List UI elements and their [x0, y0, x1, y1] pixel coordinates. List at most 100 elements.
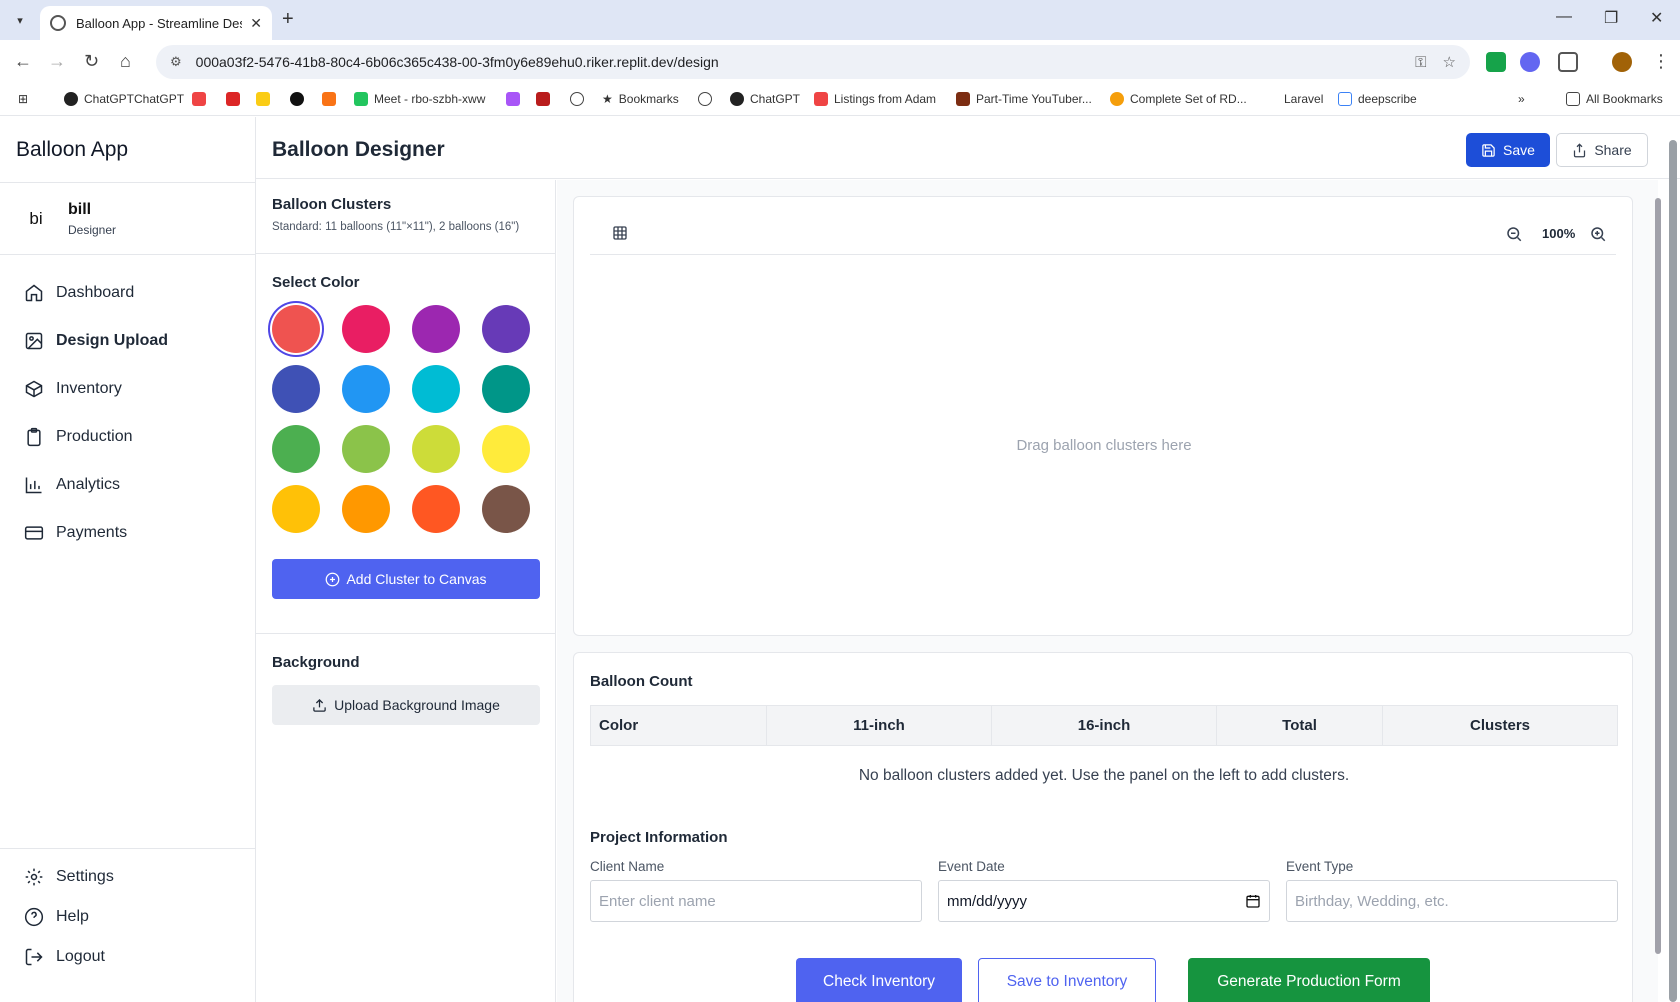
color-swatch[interactable]	[272, 305, 320, 353]
add-cluster-button[interactable]: Add Cluster to Canvas	[272, 559, 540, 599]
color-swatch[interactable]	[412, 305, 460, 353]
calendar-icon[interactable]	[1245, 893, 1261, 909]
sidebar-item-logout[interactable]: Logout	[0, 937, 256, 977]
globe-icon[interactable]	[570, 92, 590, 106]
save-button[interactable]: Save	[1466, 133, 1550, 167]
site-info-icon[interactable]: ⚙	[170, 54, 182, 70]
color-swatch[interactable]	[412, 365, 460, 413]
sidebar-item-inventory[interactable]: Inventory	[0, 365, 255, 413]
profile-avatar[interactable]	[1612, 52, 1632, 72]
color-swatch[interactable]	[482, 485, 530, 533]
color-swatch[interactable]	[482, 365, 530, 413]
save-to-inventory-button[interactable]: Save to Inventory	[978, 958, 1156, 1002]
home-icon[interactable]: ⌂	[120, 51, 131, 72]
box-icon	[25, 380, 43, 398]
canvas-toolbar: 100%	[590, 213, 1616, 255]
gmail-icon[interactable]	[226, 92, 246, 106]
share-icon	[1574, 142, 1586, 157]
image-icon	[25, 332, 43, 350]
sidebar-item-dashboard[interactable]: Dashboard	[0, 269, 255, 317]
bookmark-item[interactable]: ★ Bookmarks	[602, 92, 679, 106]
extension-icon[interactable]	[1486, 52, 1506, 72]
color-swatch[interactable]	[342, 425, 390, 473]
bookmark-icon[interactable]	[256, 92, 276, 106]
event-type-field: Event Type Birthday, Wedding, etc.	[1286, 859, 1618, 922]
zoom-in-icon[interactable]	[1589, 225, 1607, 243]
bookmark-icon[interactable]	[322, 92, 342, 106]
event-date-input[interactable]: mm/dd/yyyy	[938, 880, 1270, 922]
tab-search-icon[interactable]: ▾	[8, 8, 32, 32]
bookmark-item[interactable]: Part-Time YouTuber...	[956, 92, 1092, 106]
event-type-input[interactable]: Birthday, Wedding, etc.	[1286, 880, 1618, 922]
bookmark-icon[interactable]	[536, 92, 556, 106]
bar-chart-icon	[25, 477, 42, 494]
browser-tab-bar: ▾ Balloon App - Streamline Desig ✕ + — ❐…	[0, 0, 1680, 40]
chevron-double-right-icon[interactable]: »	[1518, 92, 1525, 106]
new-tab-icon[interactable]: +	[282, 8, 294, 31]
sidebar-item-payments[interactable]: Payments	[0, 509, 255, 557]
airbnb-icon[interactable]	[192, 92, 212, 106]
check-inventory-button[interactable]: Check Inventory	[796, 958, 962, 1002]
generate-production-form-button[interactable]: Generate Production Form	[1188, 958, 1430, 1002]
share-button[interactable]: Share	[1556, 133, 1648, 167]
bookmark-item[interactable]: ChatGPT	[730, 92, 800, 106]
color-swatch[interactable]	[342, 305, 390, 353]
back-icon[interactable]: ←	[14, 51, 32, 72]
color-swatch[interactable]	[272, 365, 320, 413]
sidebar-item-settings[interactable]: Settings	[0, 857, 256, 897]
globe-icon[interactable]	[698, 92, 718, 106]
browser-tab[interactable]: Balloon App - Streamline Desig ✕	[40, 6, 272, 40]
close-tab-icon[interactable]: ✕	[250, 15, 262, 32]
grid-icon[interactable]	[612, 225, 628, 241]
address-bar[interactable]: ⚙ 000a03f2-5476-41b8-80c4-6b06c365c438-0…	[156, 45, 1470, 79]
sidebar-item-production[interactable]: Production	[0, 413, 255, 461]
bookmark-item[interactable]: ChatGPTChatGPT	[64, 92, 184, 106]
reload-icon[interactable]: ↻	[84, 51, 99, 72]
key-icon[interactable]: ⚿	[1415, 54, 1426, 71]
color-swatch[interactable]	[412, 425, 460, 473]
color-swatch[interactable]	[342, 485, 390, 533]
restore-icon[interactable]: ❐	[1604, 8, 1618, 28]
color-swatch[interactable]	[272, 485, 320, 533]
color-swatch[interactable]	[482, 425, 530, 473]
credit-card-icon	[24, 526, 44, 540]
bookmark-item[interactable]: Complete Set of RD...	[1110, 92, 1247, 106]
bookmark-item[interactable]: Listings from Adam	[814, 92, 936, 106]
sidebar: Balloon App bi bill Designer Dashboard D…	[0, 117, 256, 1002]
close-window-icon[interactable]: ✕	[1650, 8, 1663, 28]
slack-icon[interactable]	[506, 92, 526, 106]
zoom-out-icon[interactable]	[1505, 225, 1523, 243]
color-swatch[interactable]	[342, 365, 390, 413]
color-swatch[interactable]	[272, 425, 320, 473]
page-scrollbar[interactable]	[1669, 140, 1677, 1002]
apps-icon[interactable]: ⊞	[18, 92, 28, 106]
design-canvas[interactable]: 100% Drag balloon clusters here	[573, 196, 1633, 636]
client-name-input[interactable]: Enter client name	[590, 880, 922, 922]
home-icon	[25, 284, 43, 302]
star-icon[interactable]: ☆	[1443, 53, 1456, 71]
sidebar-item-design-upload[interactable]: Design Upload	[0, 317, 255, 365]
sidebar-item-help[interactable]: Help	[0, 897, 256, 937]
bookmark-item[interactable]: deepscribe	[1338, 92, 1417, 106]
main-scrollbar[interactable]	[1655, 198, 1661, 954]
balloon-clusters-section: Balloon Clusters Standard: 11 balloons (…	[256, 180, 555, 254]
wave-icon	[1338, 92, 1352, 106]
bookmark-icon[interactable]	[290, 92, 310, 106]
color-swatch[interactable]	[482, 305, 530, 353]
forward-icon[interactable]: →	[48, 51, 66, 72]
color-swatch[interactable]	[412, 485, 460, 533]
bookmark-item[interactable]: Meet - rbo-szbh-xww	[354, 92, 485, 106]
sidebar-item-analytics[interactable]: Analytics	[0, 461, 255, 509]
all-bookmarks[interactable]: All Bookmarks	[1566, 92, 1663, 106]
upload-background-button[interactable]: Upload Background Image	[272, 685, 540, 725]
more-menu-icon[interactable]: ⋮	[1652, 51, 1670, 72]
plus-circle-icon	[326, 572, 340, 586]
save-icon	[1482, 143, 1495, 157]
puzzle-icon[interactable]	[1558, 52, 1578, 72]
minimize-icon[interactable]: —	[1556, 8, 1572, 26]
section-title: Background	[272, 654, 360, 671]
extension-icon[interactable]	[1520, 52, 1540, 72]
meet-icon	[354, 92, 368, 106]
sidebar-item-label: Payments	[56, 524, 128, 541]
bookmark-item[interactable]: Laravel	[1284, 92, 1323, 106]
